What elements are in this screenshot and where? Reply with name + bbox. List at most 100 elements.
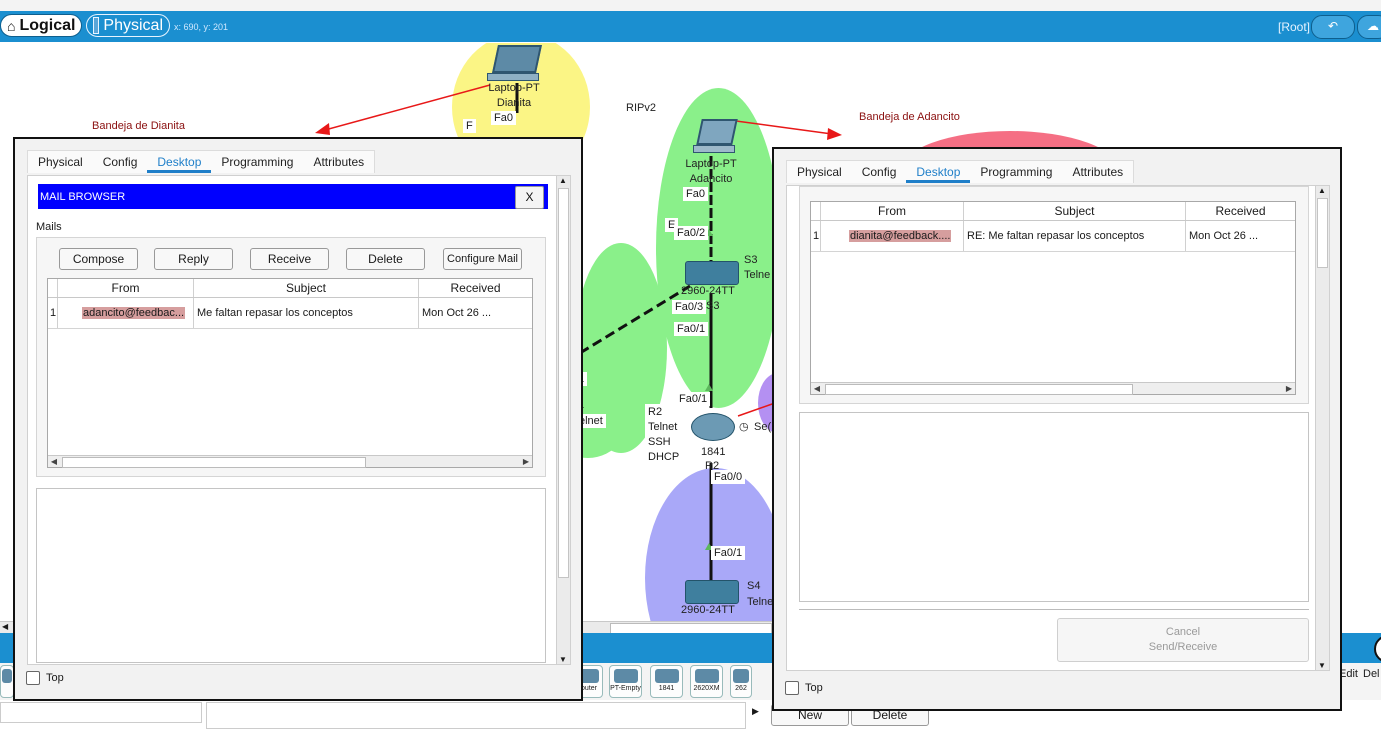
scroll-left-icon[interactable]: ◀ bbox=[48, 456, 60, 467]
configure-mail-button[interactable]: Configure Mail bbox=[443, 248, 522, 270]
arrowhead-dianita bbox=[315, 123, 330, 135]
viewport-button[interactable]: ☁ bbox=[1357, 15, 1381, 39]
back-button[interactable]: ↶ bbox=[1311, 15, 1355, 39]
row-number: 1 bbox=[811, 221, 821, 251]
receive-button[interactable]: Receive bbox=[250, 248, 329, 270]
compose-button[interactable]: Compose bbox=[59, 248, 138, 270]
port-label: Fa0/2 bbox=[674, 226, 709, 240]
column-from[interactable]: From bbox=[821, 202, 964, 220]
port-label: Fa0 bbox=[683, 187, 708, 201]
scroll-thumb[interactable] bbox=[1317, 198, 1328, 268]
tab-programming[interactable]: Programming bbox=[211, 151, 303, 173]
mail-body-area[interactable] bbox=[36, 488, 546, 663]
scroll-thumb[interactable] bbox=[62, 457, 366, 468]
table-row[interactable]: 1 adancito@feedbac... Me faltan repasar … bbox=[48, 298, 532, 329]
reply-button[interactable]: Reply bbox=[154, 248, 233, 270]
row-subject: Me faltan repasar los conceptos bbox=[194, 298, 419, 328]
switch-s3-tag: Telne bbox=[744, 269, 771, 281]
realtime-icon[interactable] bbox=[1374, 635, 1381, 663]
delete-button[interactable]: Delete bbox=[346, 248, 425, 270]
tab-attributes[interactable]: Attributes bbox=[303, 151, 374, 173]
clock-icon: ◷ bbox=[739, 421, 749, 433]
scroll-left-icon[interactable]: ◀ bbox=[811, 383, 823, 394]
tab-config[interactable]: Config bbox=[93, 151, 148, 173]
top-checkbox-row[interactable]: Top bbox=[26, 671, 64, 685]
mail-list-hscrollbar[interactable]: ◀ ▶ bbox=[48, 455, 532, 468]
device-search-input[interactable] bbox=[0, 702, 202, 723]
physical-view-button[interactable]: Physical bbox=[86, 14, 170, 37]
scroll-up-icon[interactable]: ▲ bbox=[559, 176, 567, 185]
workspace-mode-bar: ⌂ Logical Physical x: 690, y: 201 [Root]… bbox=[0, 11, 1381, 42]
port-label: Fa0/1 bbox=[711, 546, 746, 560]
scroll-down-icon[interactable]: ▼ bbox=[1318, 661, 1326, 670]
scroll-right-icon[interactable]: ▶ bbox=[1283, 383, 1295, 394]
column-subject[interactable]: Subject bbox=[194, 279, 419, 297]
row-received: Mon Oct 26 ... bbox=[1189, 230, 1259, 242]
column-from[interactable]: From bbox=[58, 279, 194, 297]
arrow-router bbox=[737, 402, 776, 417]
tab-physical[interactable]: Physical bbox=[787, 161, 852, 183]
laptop-adancito-icon[interactable] bbox=[693, 119, 738, 153]
port-label: F bbox=[463, 119, 476, 133]
tab-physical[interactable]: Physical bbox=[28, 151, 93, 173]
table-row[interactable]: 1 dianita@feedback.... RE: Me faltan rep… bbox=[811, 221, 1295, 252]
mails-label: Mails bbox=[36, 221, 62, 233]
arrow-tray-adancito bbox=[735, 120, 833, 135]
scroll-thumb[interactable] bbox=[825, 384, 1133, 395]
desktop-panel: MAIL BROWSER X Mails Compose Reply Recei… bbox=[27, 175, 571, 665]
mail-list-hscrollbar[interactable]: ◀ ▶ bbox=[811, 382, 1295, 395]
column-received[interactable]: Received bbox=[419, 279, 532, 297]
top-checkbox-row[interactable]: Top bbox=[785, 681, 823, 695]
panel-vscrollbar[interactable]: ▲ ▼ bbox=[556, 176, 570, 664]
rack-icon bbox=[93, 17, 100, 34]
tab-desktop[interactable]: Desktop bbox=[906, 161, 971, 183]
link-s3-left bbox=[579, 284, 691, 355]
top-checkbox[interactable] bbox=[26, 671, 40, 685]
tray-adancito-label: Bandeja de Adancito bbox=[859, 111, 960, 123]
scroll-down-icon[interactable]: ▼ bbox=[559, 655, 567, 664]
mail-browser-titlebar: MAIL BROWSER X bbox=[38, 184, 548, 209]
top-label: Top bbox=[46, 672, 64, 684]
scroll-up-icon[interactable]: ▲ bbox=[1318, 186, 1326, 195]
switch-s3-name: S3 bbox=[744, 254, 758, 266]
mails-group: From Subject Received 1 dianita@feedback… bbox=[799, 186, 1309, 404]
column-subject[interactable]: Subject bbox=[964, 202, 1186, 220]
delete-scenario-button[interactable]: Del bbox=[1363, 668, 1380, 680]
device-2620xm-button[interactable]: 2620XM bbox=[690, 665, 723, 698]
tab-config[interactable]: Config bbox=[852, 161, 907, 183]
column-received[interactable]: Received bbox=[1186, 202, 1295, 220]
physical-label: Physical bbox=[103, 16, 163, 34]
device-pt-empty-button[interactable]: PT-Empty bbox=[609, 665, 642, 698]
mail-body-area[interactable] bbox=[799, 412, 1309, 602]
cursor-coordinates: x: 690, y: 201 bbox=[174, 22, 229, 32]
close-button[interactable]: X bbox=[515, 186, 544, 209]
switch-s3-icon[interactable] bbox=[685, 261, 739, 285]
laptop-dianita-icon[interactable] bbox=[487, 45, 542, 81]
tab-attributes[interactable]: Attributes bbox=[1062, 161, 1133, 183]
play-icon[interactable]: ▶ bbox=[752, 706, 759, 717]
panel-vscrollbar[interactable]: ▲ ▼ bbox=[1315, 186, 1329, 670]
cancel-send-receive-button[interactable]: Cancel Send/Receive bbox=[1057, 618, 1309, 662]
switch-s4-icon[interactable] bbox=[685, 580, 739, 604]
window-tabs: Physical Config Desktop Programming Attr… bbox=[27, 150, 376, 173]
device-button[interactable] bbox=[0, 665, 14, 698]
undo-icon: ↶ bbox=[1327, 19, 1339, 33]
mails-group: Compose Reply Receive Delete Configure M… bbox=[36, 237, 546, 477]
window-tabs: Physical Config Desktop Programming Attr… bbox=[786, 160, 1135, 183]
device-262-button[interactable]: 262 bbox=[730, 665, 752, 698]
scroll-right-icon[interactable]: ▶ bbox=[520, 456, 532, 467]
top-checkbox[interactable] bbox=[785, 681, 799, 695]
logical-label: Logical bbox=[19, 16, 76, 34]
root-breadcrumb[interactable]: [Root] bbox=[1278, 20, 1310, 34]
scroll-thumb[interactable] bbox=[558, 188, 569, 578]
switch-s4-model: 2960-24TT bbox=[681, 604, 735, 616]
scroll-left-icon[interactable]: ◀ bbox=[2, 622, 8, 631]
mail-list-table: From Subject Received 1 dianita@feedback… bbox=[810, 201, 1296, 395]
switch-s4-name: S4 bbox=[747, 580, 761, 592]
logical-view-button[interactable]: ⌂ Logical bbox=[0, 14, 82, 37]
tab-desktop[interactable]: Desktop bbox=[147, 151, 212, 173]
laptop-dianita-label: Laptop-PT Dianita bbox=[488, 82, 540, 109]
device-1841-button[interactable]: 1841 bbox=[650, 665, 683, 698]
router-r2-icon[interactable] bbox=[691, 413, 735, 441]
tab-programming[interactable]: Programming bbox=[970, 161, 1062, 183]
